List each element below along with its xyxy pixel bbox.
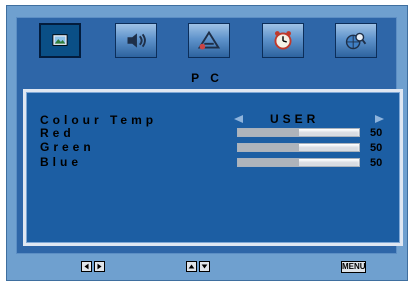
- down-arrow-key-icon: [199, 261, 210, 272]
- speaker-icon: [127, 33, 146, 48]
- colour-temp-label: Colour Temp: [40, 113, 158, 127]
- colour-temp-left-arrow-icon[interactable]: [234, 115, 243, 123]
- tab-options[interactable]: [335, 23, 377, 58]
- menu-key-icon: MENU: [341, 261, 366, 273]
- globe-magnifier-icon: [345, 32, 367, 50]
- colour-temp-right-arrow-icon[interactable]: [375, 115, 384, 123]
- tab-setup[interactable]: [188, 23, 230, 58]
- red-slider[interactable]: [237, 128, 360, 137]
- blue-value: 50: [370, 157, 383, 169]
- tab-sound[interactable]: [115, 23, 157, 58]
- blue-slider-fill: [238, 159, 299, 166]
- tab-time[interactable]: [262, 23, 304, 58]
- clock-icon: [274, 31, 292, 50]
- picture-icon: [52, 34, 68, 46]
- red-value: 50: [370, 127, 383, 139]
- setup-icon: [197, 30, 221, 50]
- colour-temp-value[interactable]: USER: [270, 113, 364, 125]
- up-down-hint: [186, 261, 210, 273]
- tab-picture[interactable]: [39, 23, 81, 58]
- green-label: Green: [40, 140, 95, 154]
- blue-slider[interactable]: [237, 158, 360, 167]
- blue-label: Blue: [40, 155, 83, 169]
- red-slider-fill: [238, 129, 299, 136]
- green-value: 50: [370, 142, 383, 154]
- left-right-hint: [81, 261, 105, 273]
- green-slider[interactable]: [237, 143, 360, 152]
- right-arrow-key-icon: [94, 261, 105, 272]
- page-title: P C: [191, 71, 223, 85]
- up-arrow-key-icon: [186, 261, 197, 272]
- green-slider-fill: [238, 144, 299, 151]
- red-label: Red: [40, 126, 75, 140]
- left-arrow-key-icon: [81, 261, 92, 272]
